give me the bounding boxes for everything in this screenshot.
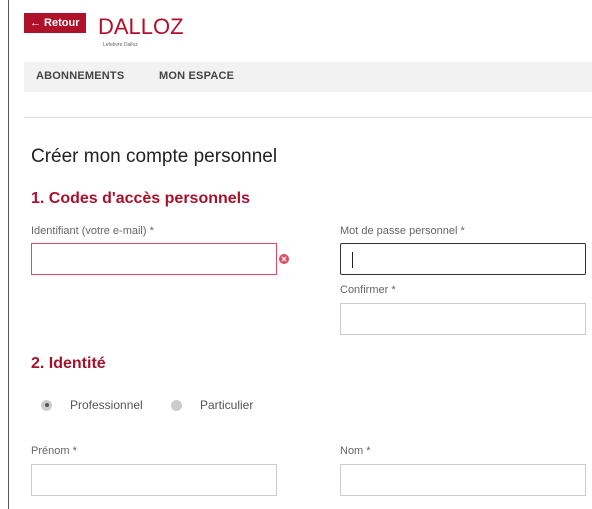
error-icon	[279, 254, 289, 264]
radio-dot	[171, 399, 182, 411]
main-nav: ABONNEMENTS MON ESPACE	[24, 62, 592, 92]
site-header: ← Retour DALLOZ Lefebvre Dalloz	[9, 0, 592, 62]
radio-particulier[interactable]: Particulier	[171, 398, 253, 412]
section-title-access: 1. Codes d'accès personnels	[31, 190, 251, 207]
nav-divider	[24, 117, 592, 118]
section-title-identity: 2. Identité	[31, 355, 106, 372]
email-field[interactable]	[31, 243, 277, 275]
back-button[interactable]: ← Retour	[24, 13, 86, 33]
firstname-field[interactable]	[31, 464, 277, 496]
email-label: Identifiant (votre e-mail) *	[31, 225, 154, 237]
page-frame: ← Retour DALLOZ Lefebvre Dalloz ABONNEME…	[8, 0, 592, 509]
password-label: Mot de passe personnel *	[340, 225, 465, 237]
password-field[interactable]	[340, 243, 586, 275]
lastname-field[interactable]	[340, 464, 586, 496]
nav-item-abonnements[interactable]: ABONNEMENTS	[36, 62, 124, 90]
logo-text: DALLOZ	[98, 14, 184, 39]
nav-item-mon-espace[interactable]: MON ESPACE	[159, 62, 234, 90]
firstname-label: Prénom *	[31, 445, 77, 457]
logo-subtitle: Lefebvre Dalloz	[103, 42, 138, 48]
text-caret	[352, 252, 353, 268]
dalloz-logo[interactable]: DALLOZ Lefebvre Dalloz	[98, 12, 184, 50]
radio-label: Particulier	[200, 398, 254, 412]
page-title: Créer mon compte personnel	[31, 146, 278, 167]
confirm-label: Confirmer *	[340, 284, 396, 296]
radio-professionnel[interactable]: Professionnel	[41, 398, 143, 412]
lastname-label: Nom *	[340, 445, 371, 457]
radio-label: Professionnel	[70, 398, 143, 412]
radio-dot-checked	[41, 399, 52, 411]
confirm-password-field[interactable]	[340, 303, 586, 335]
